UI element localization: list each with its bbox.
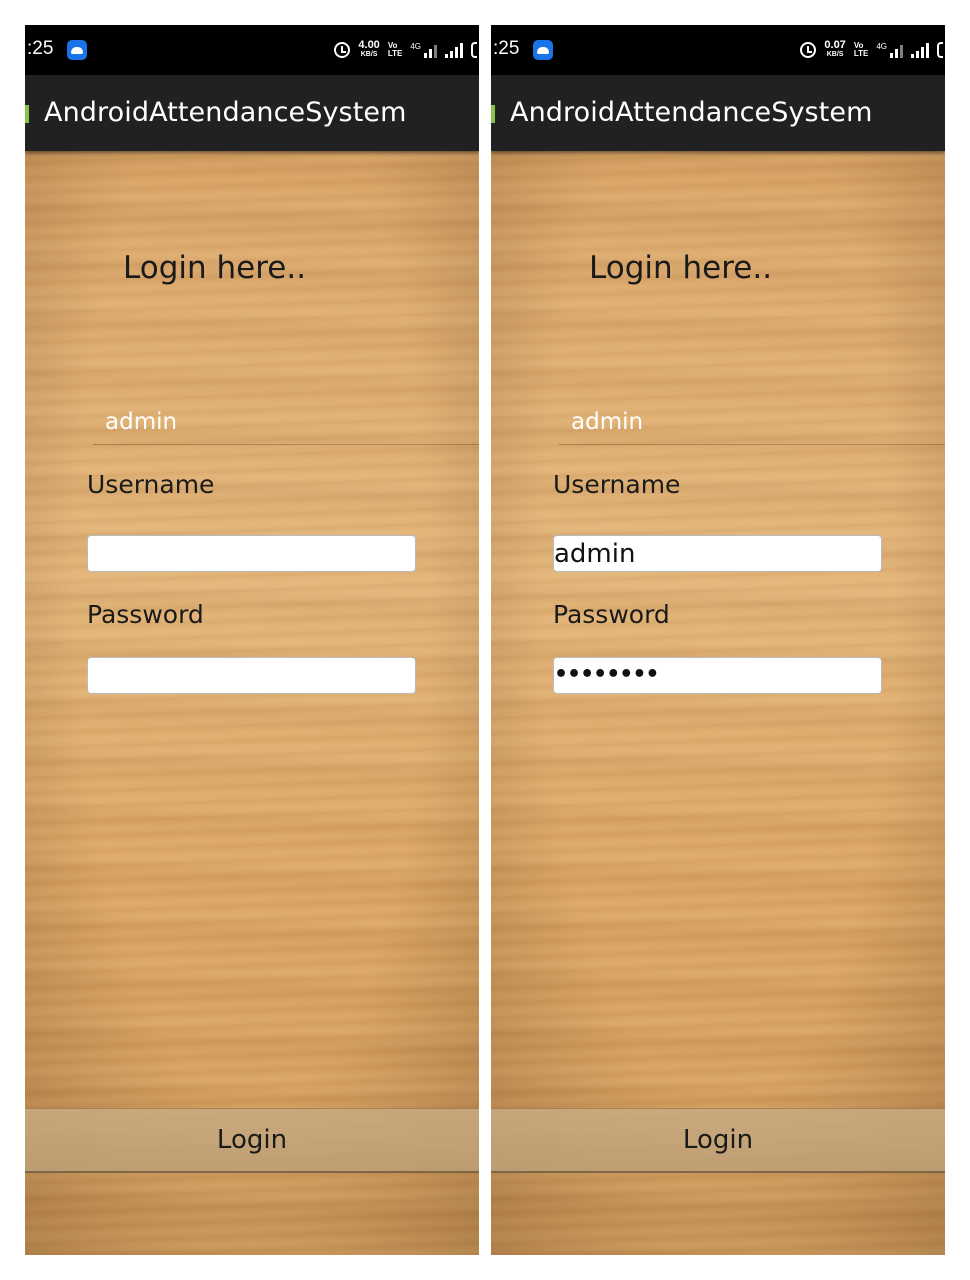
action-bar: AndroidAttendanceSystem	[491, 75, 945, 151]
login-button[interactable]: Login	[25, 1108, 479, 1173]
signal-strength-icon	[911, 42, 929, 58]
status-icons: 4.00 KB/S Vo LTE 4G	[334, 39, 477, 61]
app-title: AndroidAttendanceSystem	[510, 97, 873, 128]
wood-background	[25, 25, 479, 1255]
volte-icon: Vo LTE	[387, 41, 403, 58]
phone-screen-left: :25 4.00 KB/S Vo LTE 4G AndroidAttendanc…	[25, 25, 479, 1255]
signal-4g-icon: 4G	[410, 42, 437, 58]
status-bar: :25 4.00 KB/S Vo LTE 4G	[25, 25, 479, 75]
battery-icon	[471, 42, 477, 58]
status-bar: :25 0.07 KB/S Vo LTE 4G	[491, 25, 945, 75]
signal-4g-icon: 4G	[876, 42, 903, 58]
edit-text-value: admin	[105, 409, 178, 435]
username-input[interactable]	[87, 535, 416, 572]
password-input[interactable]: ••••••••	[553, 657, 882, 694]
username-input[interactable]: admin	[553, 535, 882, 572]
login-button[interactable]: Login	[491, 1108, 945, 1173]
edit-text-field[interactable]: admin	[93, 408, 479, 445]
signal-strength-icon	[445, 42, 463, 58]
action-bar: AndroidAttendanceSystem	[25, 75, 479, 151]
status-icons: 0.07 KB/S Vo LTE 4G	[800, 39, 943, 61]
volte-icon: Vo LTE	[853, 41, 869, 58]
alarm-icon	[334, 42, 351, 58]
edit-text-field[interactable]: admin	[559, 408, 945, 445]
status-time: :25	[27, 38, 54, 59]
edit-text-value: admin	[571, 409, 644, 435]
login-heading: Login here..	[589, 250, 773, 286]
login-heading: Login here..	[123, 250, 307, 286]
login-button-label: Login	[682, 1125, 754, 1155]
battery-icon	[937, 42, 943, 58]
app-title: AndroidAttendanceSystem	[44, 97, 407, 128]
password-input[interactable]	[87, 657, 416, 694]
action-bar-accent	[25, 105, 29, 123]
username-label: Username	[87, 470, 215, 499]
notification-app-icon	[67, 40, 87, 60]
username-label: Username	[553, 470, 681, 499]
notification-app-icon	[533, 40, 553, 60]
password-label: Password	[87, 600, 204, 629]
action-bar-accent	[491, 105, 495, 123]
login-button-label: Login	[216, 1125, 288, 1155]
wood-background	[491, 25, 945, 1255]
network-speed: 0.07 KB/S	[824, 39, 846, 59]
alarm-icon	[800, 42, 817, 58]
network-speed: 4.00 KB/S	[358, 39, 380, 59]
password-label: Password	[553, 600, 670, 629]
phone-screen-right: :25 0.07 KB/S Vo LTE 4G AndroidAttendanc…	[491, 25, 945, 1255]
status-time: :25	[493, 38, 520, 59]
